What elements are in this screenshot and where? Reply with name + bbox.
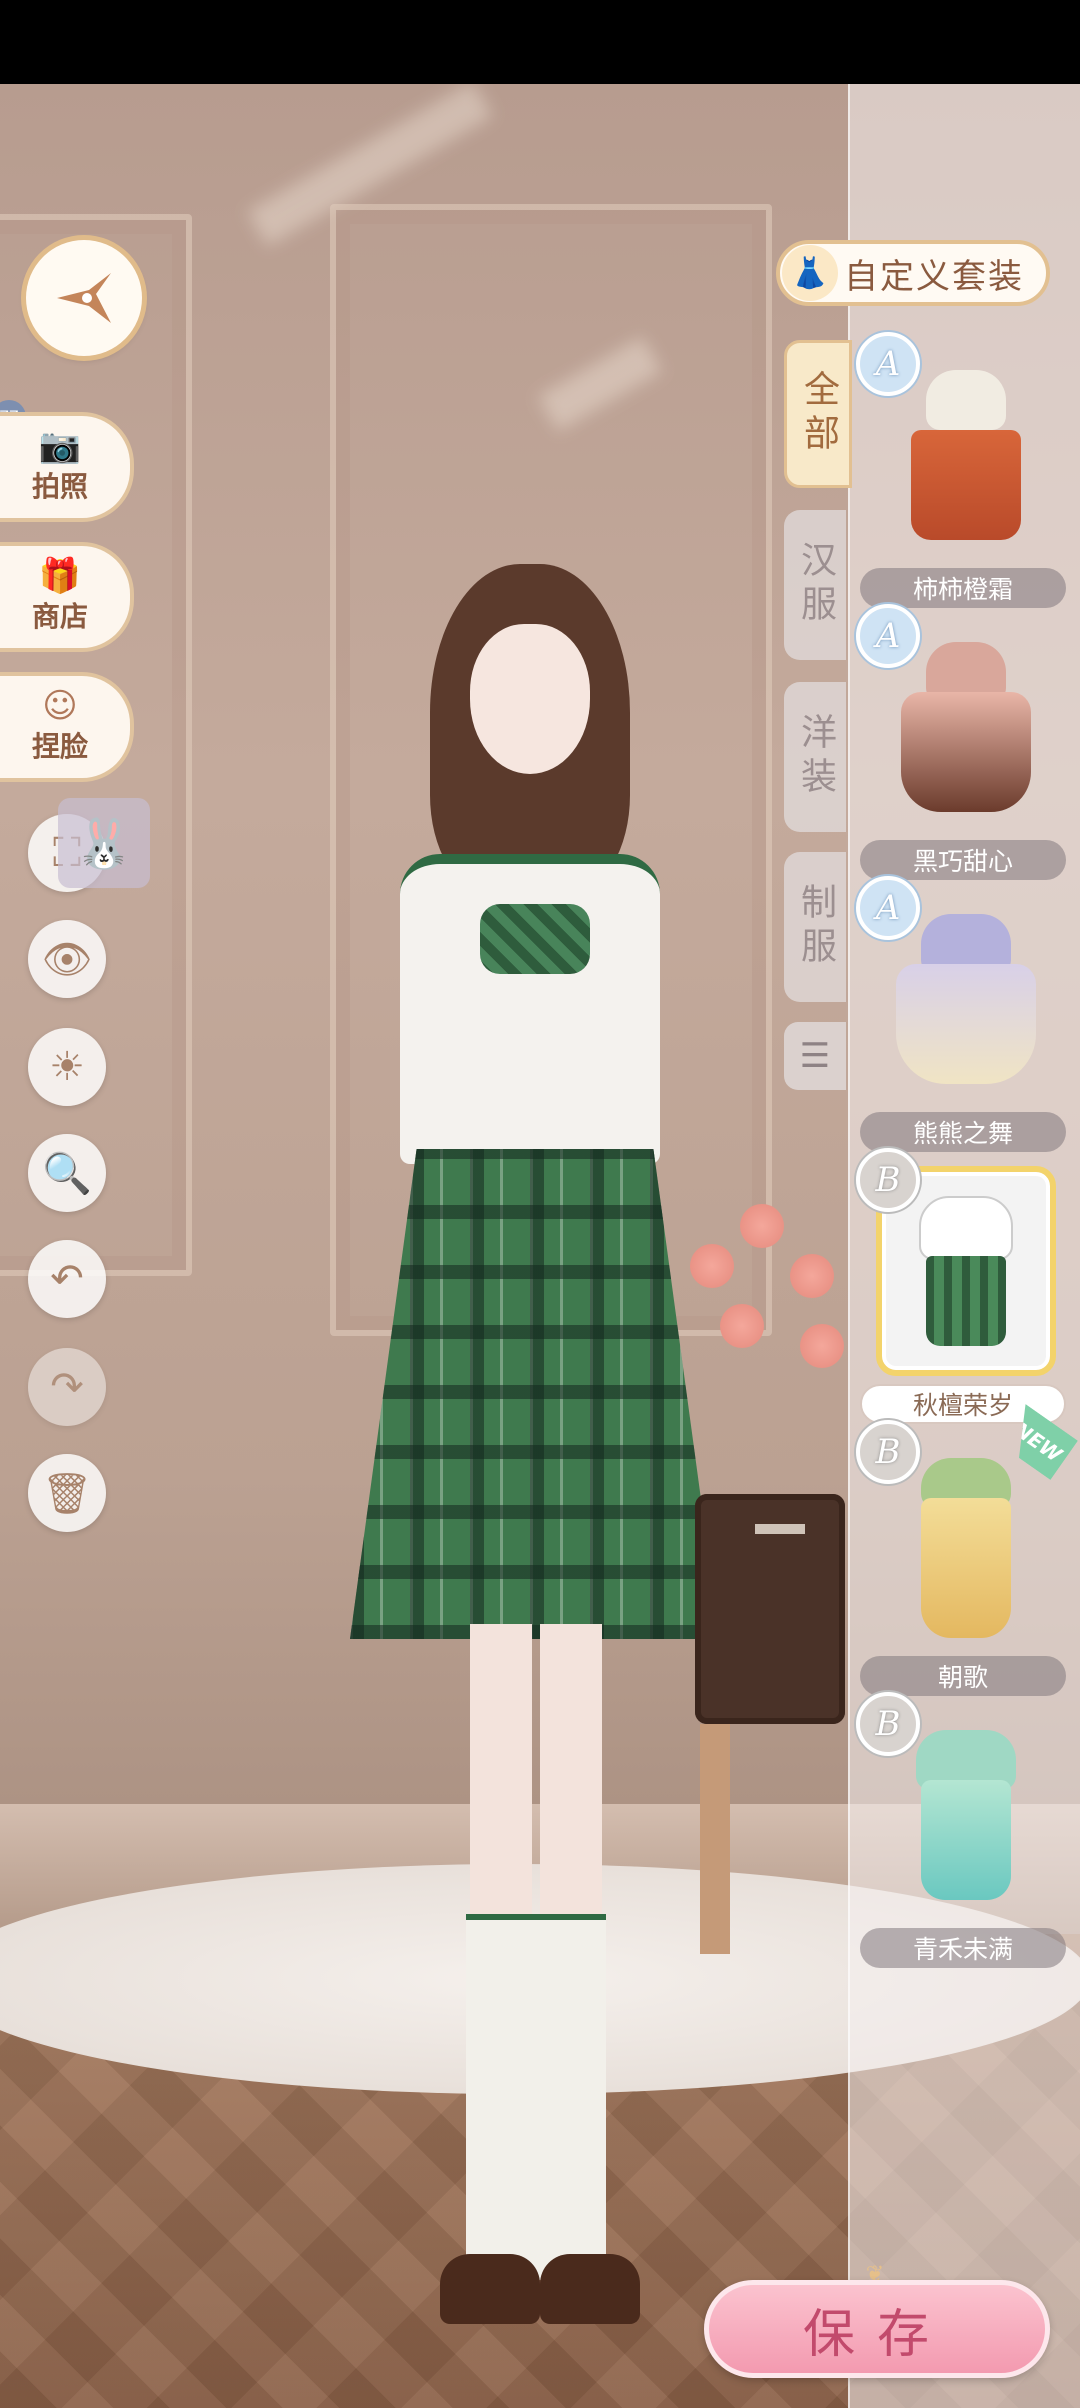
outfit-card[interactable]: B 青禾未满	[856, 1692, 1070, 1975]
grade-badge: B	[856, 1420, 920, 1484]
redo-icon: ↷	[50, 1364, 84, 1410]
grade-badge: B	[856, 1692, 920, 1756]
eye-button[interactable]: 👁	[28, 920, 106, 998]
face-edit-button[interactable]: ☺ 捏脸	[0, 672, 134, 782]
knee-sock	[536, 1914, 606, 2280]
filter-icon: ☰	[799, 1036, 831, 1076]
outfit-name: 青禾未满	[860, 1928, 1066, 1968]
lighting-button[interactable]: ☀	[28, 1028, 106, 1106]
plaid-skirt	[350, 1149, 720, 1639]
outfit-card-selected[interactable]: B 秋檀荣岁	[856, 1148, 1070, 1431]
tab-hanfu[interactable]: 汉服	[784, 510, 846, 660]
filter-button[interactable]: ☰	[784, 1022, 846, 1090]
outfit-name: 朝歌	[860, 1656, 1066, 1696]
dress-icon: 👗	[782, 245, 838, 301]
custom-suit-button[interactable]: 👗 自定义套装	[776, 240, 1050, 306]
player-character[interactable]	[330, 564, 730, 2324]
grade-badge: A	[856, 604, 920, 668]
plaid-bow	[480, 904, 590, 974]
shop-label: 商店	[31, 600, 88, 633]
save-button[interactable]: 保存	[704, 2280, 1050, 2378]
tab-all[interactable]: 全部	[784, 340, 852, 488]
face-label: 捏脸	[31, 730, 88, 763]
loafer	[540, 2254, 640, 2324]
sailor-blouse	[400, 854, 660, 1164]
outfit-card[interactable]: A 黑巧甜心	[856, 604, 1070, 887]
back-compass-icon	[57, 273, 111, 323]
grade-badge: A	[856, 332, 920, 396]
tab-western[interactable]: 洋装	[784, 682, 846, 832]
undo-button[interactable]: ↶	[28, 1240, 106, 1318]
outfit-name: 熊熊之舞	[860, 1112, 1066, 1152]
trash-icon: 🗑	[41, 1470, 93, 1517]
character-face	[470, 624, 590, 774]
school-bag	[695, 1494, 845, 1724]
camera-icon: 📷	[38, 426, 82, 466]
face-icon: ☺	[42, 686, 78, 726]
delete-button[interactable]: 🗑	[28, 1454, 106, 1532]
outfit-card[interactable]: A 熊熊之舞	[856, 876, 1070, 1159]
outfit-name: 柿柿橙霜	[860, 568, 1066, 608]
knee-sock	[466, 1914, 536, 2280]
back-button[interactable]	[26, 240, 142, 356]
grade-badge: B	[856, 1148, 920, 1212]
shop-icon: 🎁	[38, 556, 82, 596]
outfit-card[interactable]: B NEW 朝歌	[856, 1438, 1070, 1703]
zoom-button[interactable]: 🔍	[28, 1134, 106, 1212]
undo-icon: ↶	[50, 1256, 84, 1302]
photo-label: 拍照	[31, 470, 88, 503]
redo-button[interactable]: ↷	[28, 1348, 106, 1426]
tab-uniform[interactable]: 制服	[784, 852, 846, 1002]
loafer	[440, 2254, 540, 2324]
outfit-name: 黑巧甜心	[860, 840, 1066, 880]
outfit-card[interactable]: A 柿柿橙霜	[856, 332, 1070, 615]
grade-badge: A	[856, 876, 920, 940]
pet-icon[interactable]: 🐰	[58, 798, 150, 888]
shop-button[interactable]: 🎁 商店	[0, 542, 134, 652]
status-bar	[0, 0, 1080, 84]
eye-icon: 👁	[41, 936, 93, 983]
light-icon: ☀	[49, 1044, 85, 1090]
zoom-icon: 🔍	[42, 1150, 92, 1197]
custom-suit-label: 自定义套装	[844, 256, 1024, 297]
photo-button[interactable]: 📷 拍照	[0, 412, 134, 522]
